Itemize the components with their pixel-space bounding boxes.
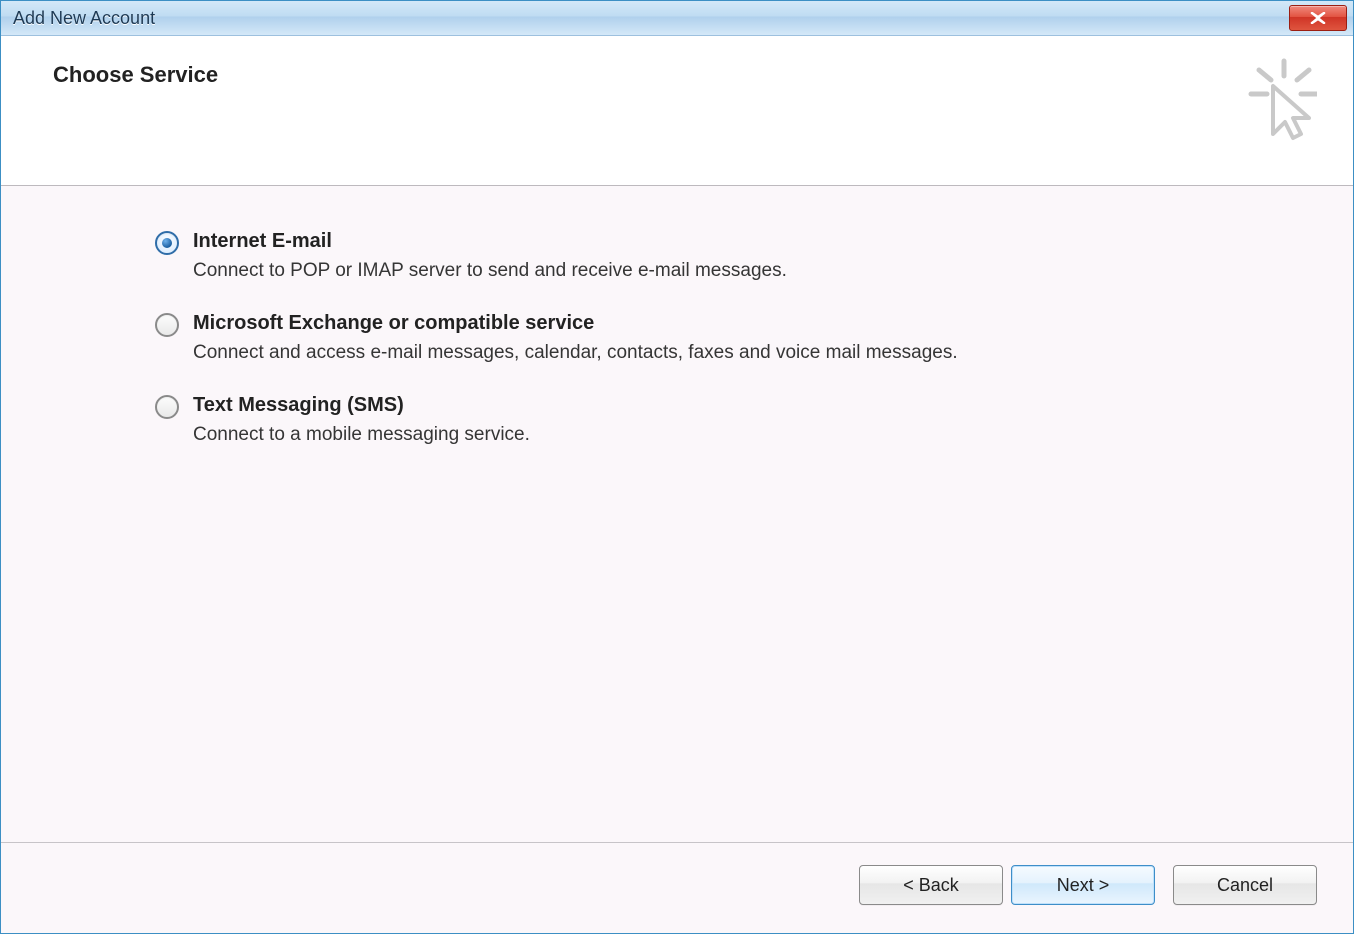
- option-description: Connect to a mobile messaging service.: [193, 424, 1313, 446]
- option-text: Microsoft Exchange or compatible service…: [193, 310, 1313, 364]
- window-title: Add New Account: [13, 8, 155, 29]
- option-label: Microsoft Exchange or compatible service: [193, 310, 1313, 336]
- cursor-click-icon: [1239, 56, 1317, 149]
- cancel-button[interactable]: Cancel: [1173, 865, 1317, 905]
- add-new-account-dialog: Add New Account Choose Service: [0, 0, 1354, 934]
- page-title: Choose Service: [53, 62, 218, 88]
- option-microsoft-exchange[interactable]: Microsoft Exchange or compatible service…: [155, 310, 1313, 364]
- next-button[interactable]: Next >: [1011, 865, 1155, 905]
- close-icon: [1308, 12, 1328, 24]
- option-text: Internet E-mail Connect to POP or IMAP s…: [193, 228, 1313, 282]
- option-description: Connect to POP or IMAP server to send an…: [193, 260, 1313, 282]
- radio-microsoft-exchange[interactable]: [155, 313, 179, 337]
- title-bar: Add New Account: [1, 1, 1353, 36]
- wizard-footer: < Back Next > Cancel: [1, 842, 1353, 933]
- option-description: Connect and access e-mail messages, cale…: [193, 342, 1313, 364]
- close-button[interactable]: [1289, 5, 1347, 31]
- back-next-group: < Back Next >: [859, 865, 1155, 905]
- option-label: Internet E-mail: [193, 228, 1313, 254]
- option-text-messaging[interactable]: Text Messaging (SMS) Connect to a mobile…: [155, 392, 1313, 446]
- option-internet-email[interactable]: Internet E-mail Connect to POP or IMAP s…: [155, 228, 1313, 282]
- wizard-header: Choose Service: [1, 36, 1353, 186]
- option-text: Text Messaging (SMS) Connect to a mobile…: [193, 392, 1313, 446]
- back-button[interactable]: < Back: [859, 865, 1003, 905]
- service-options: Internet E-mail Connect to POP or IMAP s…: [1, 186, 1353, 842]
- radio-text-messaging[interactable]: [155, 395, 179, 419]
- option-label: Text Messaging (SMS): [193, 392, 1313, 418]
- radio-internet-email[interactable]: [155, 231, 179, 255]
